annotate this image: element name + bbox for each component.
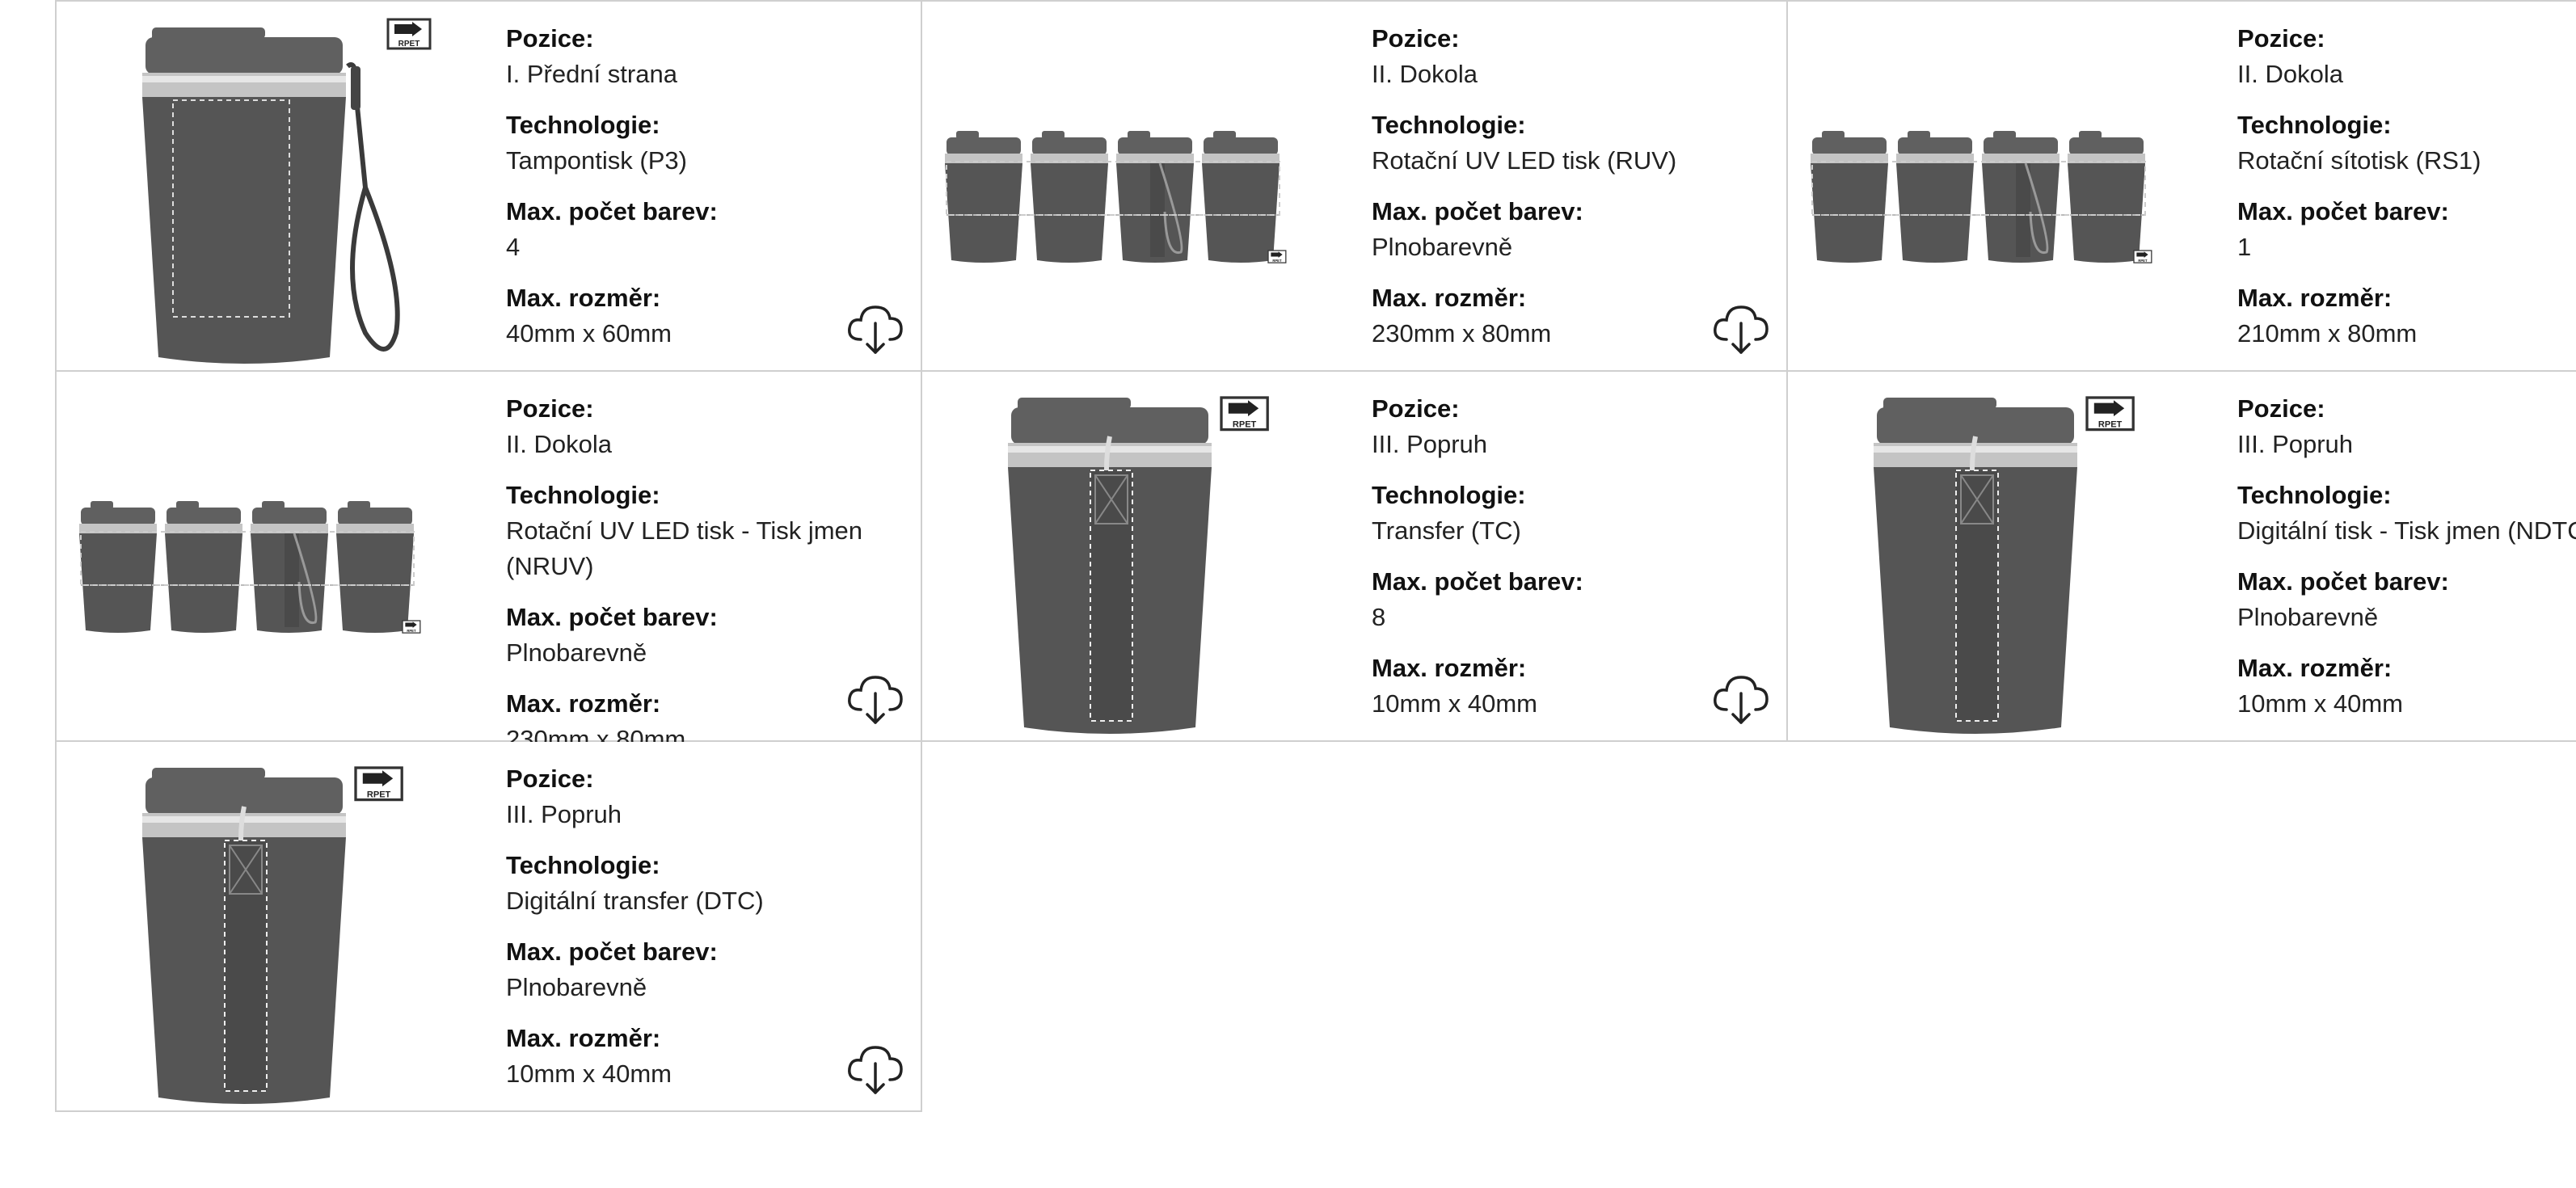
max-colors-label: Max. počet barev: — [2237, 197, 2449, 225]
max-colors-label: Max. počet barev: — [1372, 567, 1583, 596]
rpet-badge-icon: RPET — [354, 766, 403, 802]
product-image: RPET — [1008, 396, 1269, 734]
svg-text:RPET: RPET — [367, 790, 391, 799]
pozice-label: Pozice: — [506, 765, 594, 793]
product-image: RPET — [65, 380, 485, 734]
max-size-label: Max. rozměr: — [2237, 654, 2393, 682]
max-colors-label: Max. počet barev: — [506, 603, 718, 631]
rpet-badge-icon: RPET — [402, 620, 421, 634]
pozice-value: III. Popruh — [506, 800, 622, 828]
print-position-card: RPET Pozice: I. Přední strana Technologi… — [57, 2, 922, 372]
product-image: RPET — [930, 10, 1351, 364]
pozice-value: II. Dokola — [2237, 60, 2343, 88]
max-colors-value: 8 — [1372, 603, 1386, 631]
print-position-card: RPET Pozice: III. Popruh Technologie: Tr… — [922, 372, 1788, 742]
max-colors-label: Max. počet barev: — [2237, 567, 2449, 596]
product-image: RPET — [142, 18, 432, 364]
product-image: RPET — [945, 131, 1287, 263]
technologie-label: Technologie: — [506, 851, 660, 879]
technologie-label: Technologie: — [2237, 111, 2392, 139]
pozice-value: I. Přední strana — [506, 60, 677, 88]
cloud-download-icon[interactable] — [846, 302, 904, 356]
technologie-label: Technologie: — [2237, 481, 2392, 509]
print-info: Pozice: III. Popruh Technologie: Digitál… — [2237, 391, 2576, 737]
technologie-label: Technologie: — [506, 111, 660, 139]
max-colors-label: Max. počet barev: — [506, 937, 718, 966]
technologie-value: Rotační UV LED tisk (RUV) — [1372, 146, 1677, 175]
product-image: RPET — [65, 10, 485, 364]
max-colors-value: 4 — [506, 233, 521, 261]
print-position-card: RPET Pozice: III. Popruh Technologie: Di… — [57, 742, 922, 1112]
print-position-card: RPET Pozice: II. Dokola Technologie: Rot… — [57, 372, 922, 753]
max-colors-label: Max. počet barev: — [506, 197, 718, 225]
rpet-badge-icon: RPET — [2085, 396, 2135, 432]
product-image: RPET — [1874, 396, 2135, 734]
technologie-value: Digitální tisk - Tisk jmen (NDTC) — [2237, 516, 2576, 545]
rpet-badge-icon: RPET — [1220, 396, 1269, 432]
pozice-label: Pozice: — [2237, 24, 2325, 53]
max-colors-label: Max. počet barev: — [1372, 197, 1583, 225]
technologie-value: Tampontisk (P3) — [506, 146, 687, 175]
max-colors-value: 1 — [2237, 233, 2252, 261]
product-image: RPET — [142, 766, 403, 1104]
technologie-value: Rotační sítotisk (RS1) — [2237, 146, 2481, 175]
product-image: RPET — [1811, 131, 2152, 263]
technologie-value: Transfer (TC) — [1372, 516, 1521, 545]
svg-text:RPET: RPET — [407, 629, 416, 633]
svg-text:RPET: RPET — [2098, 419, 2123, 429]
print-info: Pozice: II. Dokola Technologie: Rotační … — [506, 391, 886, 773]
product-image: RPET — [1796, 380, 2216, 734]
rpet-badge-icon: RPET — [1267, 250, 1287, 263]
pozice-value: III. Popruh — [1372, 430, 1488, 458]
cloud-download-icon[interactable] — [846, 1043, 904, 1096]
cloud-download-icon[interactable] — [846, 672, 904, 726]
cloud-download-icon[interactable] — [1712, 672, 1770, 726]
technologie-value: Digitální transfer (DTC) — [506, 887, 764, 915]
pozice-label: Pozice: — [1372, 24, 1460, 53]
pozice-label: Pozice: — [506, 24, 594, 53]
rpet-badge-icon: RPET — [386, 18, 432, 50]
product-image: RPET — [79, 501, 421, 634]
pozice-label: Pozice: — [2237, 394, 2325, 423]
max-size-value: 10mm x 40mm — [2237, 689, 2403, 718]
max-colors-value: Plnobarevně — [2237, 603, 2379, 631]
print-position-card: RPET Pozice: II. Dokola Technologie: Rot… — [1788, 2, 2576, 372]
pozice-value: III. Popruh — [2237, 430, 2354, 458]
print-position-card: RPET Pozice: III. Popruh Technologie: Di… — [1788, 372, 2576, 742]
print-positions-grid: RPET Pozice: I. Přední strana Technologi… — [55, 0, 2576, 1112]
max-size-value: 210mm x 80mm — [2237, 319, 2418, 348]
svg-text:RPET: RPET — [398, 40, 420, 48]
print-info: Pozice: II. Dokola Technologie: Rotační … — [2237, 21, 2576, 367]
max-size-label: Max. rozměr: — [506, 689, 661, 718]
svg-text:RPET: RPET — [2138, 259, 2148, 263]
product-image: RPET — [930, 380, 1351, 734]
pozice-label: Pozice: — [506, 394, 594, 423]
pozice-value: II. Dokola — [1372, 60, 1478, 88]
svg-text:RPET: RPET — [1272, 259, 1282, 263]
technologie-label: Technologie: — [1372, 481, 1526, 509]
technologie-label: Technologie: — [506, 481, 660, 509]
product-image: RPET — [1796, 10, 2216, 364]
rpet-badge-icon: RPET — [2133, 250, 2152, 263]
pozice-label: Pozice: — [1372, 394, 1460, 423]
max-colors-value: Plnobarevně — [506, 973, 647, 1001]
cloud-download-icon[interactable] — [1712, 302, 1770, 356]
product-image: RPET — [65, 750, 485, 1104]
max-colors-value: Plnobarevně — [1372, 233, 1513, 261]
print-position-card: RPET Pozice: II. Dokola Technologie: Rot… — [922, 2, 1788, 372]
max-size-label: Max. rozměr: — [2237, 284, 2393, 312]
technologie-value: Rotační UV LED tisk - Tisk jmen (NRUV) — [506, 516, 863, 580]
pozice-value: II. Dokola — [506, 430, 612, 458]
svg-text:RPET: RPET — [1233, 419, 1257, 429]
max-colors-value: Plnobarevně — [506, 638, 647, 667]
technologie-label: Technologie: — [1372, 111, 1526, 139]
